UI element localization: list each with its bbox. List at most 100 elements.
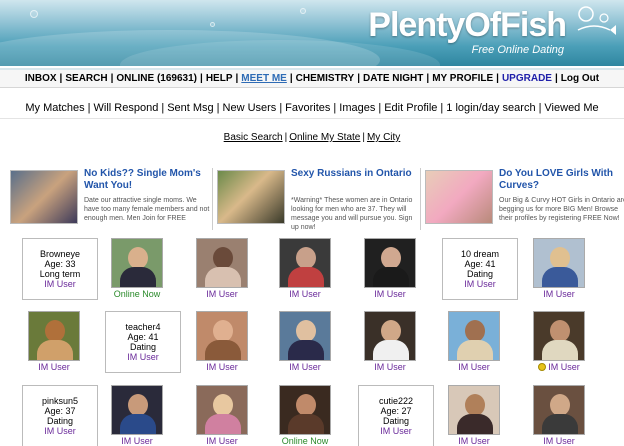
- profile-username[interactable]: cutie222: [359, 396, 433, 406]
- im-user-link[interactable]: IM User: [359, 426, 433, 436]
- im-user-link[interactable]: IM User: [548, 362, 580, 372]
- member-photo[interactable]: [533, 311, 585, 361]
- member-tile[interactable]: IM User: [358, 311, 422, 373]
- subnav-sent-msg[interactable]: Sent Msg: [167, 102, 213, 114]
- ad-photo[interactable]: [10, 170, 78, 224]
- subnav-new-users[interactable]: New Users: [223, 102, 277, 114]
- member-photo[interactable]: [28, 311, 80, 361]
- nav-inbox[interactable]: INBOX: [25, 73, 57, 84]
- member-tile[interactable]: IM User: [527, 311, 591, 373]
- my-city-link[interactable]: My City: [367, 132, 400, 143]
- nav-my-profile[interactable]: MY PROFILE: [432, 73, 493, 84]
- online-now-label: Online Now: [281, 436, 329, 446]
- profile-card-teacher4[interactable]: teacher4 Age: 41 Dating IM User: [105, 311, 181, 373]
- nav-help[interactable]: HELP: [206, 73, 233, 84]
- im-user-link[interactable]: IM User: [190, 436, 254, 446]
- member-photo[interactable]: [448, 385, 500, 435]
- member-photo[interactable]: [533, 385, 585, 435]
- im-user-link[interactable]: IM User: [358, 362, 422, 373]
- member-tile[interactable]: Online Now: [105, 238, 169, 300]
- site-logo[interactable]: PlentyOfFish: [368, 6, 567, 45]
- basic-search-link[interactable]: Basic Search: [224, 132, 283, 143]
- member-tile[interactable]: IM User: [273, 311, 337, 373]
- member-tile[interactable]: IM User: [190, 385, 254, 446]
- profile-username[interactable]: 10 dream: [443, 249, 517, 259]
- ad-title[interactable]: Do You LOVE Girls With Curves?: [499, 168, 624, 192]
- member-photo[interactable]: [364, 311, 416, 361]
- ad-title[interactable]: Sexy Russians in Ontario: [291, 168, 419, 180]
- member-tile[interactable]: IM User: [442, 385, 506, 446]
- im-user-link[interactable]: IM User: [442, 362, 506, 373]
- profile-username[interactable]: pinksun5: [23, 396, 97, 406]
- subnav-viewed-me[interactable]: Viewed Me: [544, 102, 598, 114]
- profile-username[interactable]: Browneye: [23, 249, 97, 259]
- member-photo[interactable]: [279, 311, 331, 361]
- member-tile[interactable]: IM User: [527, 385, 591, 446]
- im-user-link[interactable]: IM User: [358, 289, 422, 300]
- nav-search[interactable]: SEARCH: [65, 73, 107, 84]
- subnav-favorites[interactable]: Favorites: [285, 102, 330, 114]
- member-photo[interactable]: [279, 238, 331, 288]
- profile-card-pinksun5[interactable]: pinksun5 Age: 37 Dating IM User: [22, 385, 98, 446]
- ad-divider: [420, 168, 421, 230]
- profile-card-cutie222[interactable]: cutie222 Age: 27 Dating IM User: [358, 385, 434, 446]
- nav-upgrade[interactable]: UPGRADE: [502, 73, 552, 84]
- subnav-login-day-search[interactable]: 1 login/day search: [446, 102, 535, 114]
- im-user-link[interactable]: IM User: [527, 289, 591, 300]
- member-photo[interactable]: [111, 385, 163, 435]
- ad-title[interactable]: No Kids?? Single Mom's Want You!: [84, 168, 212, 192]
- nav-log-out[interactable]: Log Out: [561, 73, 599, 84]
- subnav-will-respond[interactable]: Will Respond: [94, 102, 159, 114]
- ad-description: *Warning* These women are in Ontario loo…: [291, 197, 413, 231]
- ad-photo[interactable]: [217, 170, 285, 224]
- member-tile[interactable]: IM User: [273, 238, 337, 300]
- member-photo[interactable]: [279, 385, 331, 435]
- member-photo[interactable]: [364, 238, 416, 288]
- member-tile[interactable]: IM User: [190, 311, 254, 373]
- nav-meet-me[interactable]: MEET ME: [241, 73, 287, 84]
- online-my-state-link[interactable]: Online My State: [289, 132, 360, 143]
- profile-card-10dream[interactable]: 10 dream Age: 41 Dating IM User: [442, 238, 518, 300]
- im-user-link[interactable]: IM User: [443, 279, 517, 289]
- im-user-link[interactable]: IM User: [106, 352, 180, 362]
- nav-chemistry[interactable]: CHEMISTRY: [296, 73, 355, 84]
- profile-username[interactable]: teacher4: [106, 322, 180, 332]
- member-photo[interactable]: [196, 385, 248, 435]
- profile-status: Dating: [46, 416, 73, 426]
- member-photo[interactable]: [448, 311, 500, 361]
- member-tile[interactable]: IM User: [105, 385, 169, 446]
- subnav-edit-profile[interactable]: Edit Profile: [384, 102, 437, 114]
- online-now-label: Online Now: [113, 289, 161, 299]
- member-tile[interactable]: IM User: [190, 238, 254, 300]
- im-user-caption[interactable]: IM User: [527, 362, 591, 373]
- im-user-link[interactable]: IM User: [23, 426, 97, 436]
- member-tile[interactable]: IM User: [527, 238, 591, 300]
- member-tile[interactable]: IM User: [22, 311, 86, 373]
- member-photo[interactable]: [196, 311, 248, 361]
- im-user-link[interactable]: IM User: [22, 362, 86, 373]
- im-user-link[interactable]: IM User: [527, 436, 591, 446]
- member-photo[interactable]: [196, 238, 248, 288]
- subnav-images[interactable]: Images: [339, 102, 375, 114]
- im-user-link[interactable]: IM User: [442, 436, 506, 446]
- ad-russians[interactable]: Sexy Russians in Ontario *Warning* These…: [217, 166, 417, 232]
- nav-date-night[interactable]: DATE NIGHT: [363, 73, 423, 84]
- ad-curves[interactable]: Do You LOVE Girls With Curves? Our Big &…: [425, 166, 624, 232]
- ad-photo[interactable]: [425, 170, 493, 224]
- subnav-my-matches[interactable]: My Matches: [25, 102, 84, 114]
- im-user-link[interactable]: IM User: [273, 362, 337, 373]
- im-user-link[interactable]: IM User: [273, 289, 337, 300]
- member-photo[interactable]: [533, 238, 585, 288]
- im-user-link[interactable]: IM User: [190, 362, 254, 373]
- header-banner: PlentyOfFish Free Online Dating: [0, 0, 624, 66]
- member-tile[interactable]: Online Now: [273, 385, 337, 446]
- ad-single-moms[interactable]: No Kids?? Single Mom's Want You! Date ou…: [10, 166, 210, 232]
- profile-card-browneye[interactable]: Browneye Age: 33 Long term IM User: [22, 238, 98, 300]
- im-user-link[interactable]: IM User: [23, 279, 97, 289]
- nav-online[interactable]: ONLINE (169631): [116, 73, 197, 84]
- im-user-link[interactable]: IM User: [190, 289, 254, 300]
- im-user-link[interactable]: IM User: [105, 436, 169, 446]
- member-tile[interactable]: IM User: [358, 238, 422, 300]
- member-photo[interactable]: [111, 238, 163, 288]
- member-tile[interactable]: IM User: [442, 311, 506, 373]
